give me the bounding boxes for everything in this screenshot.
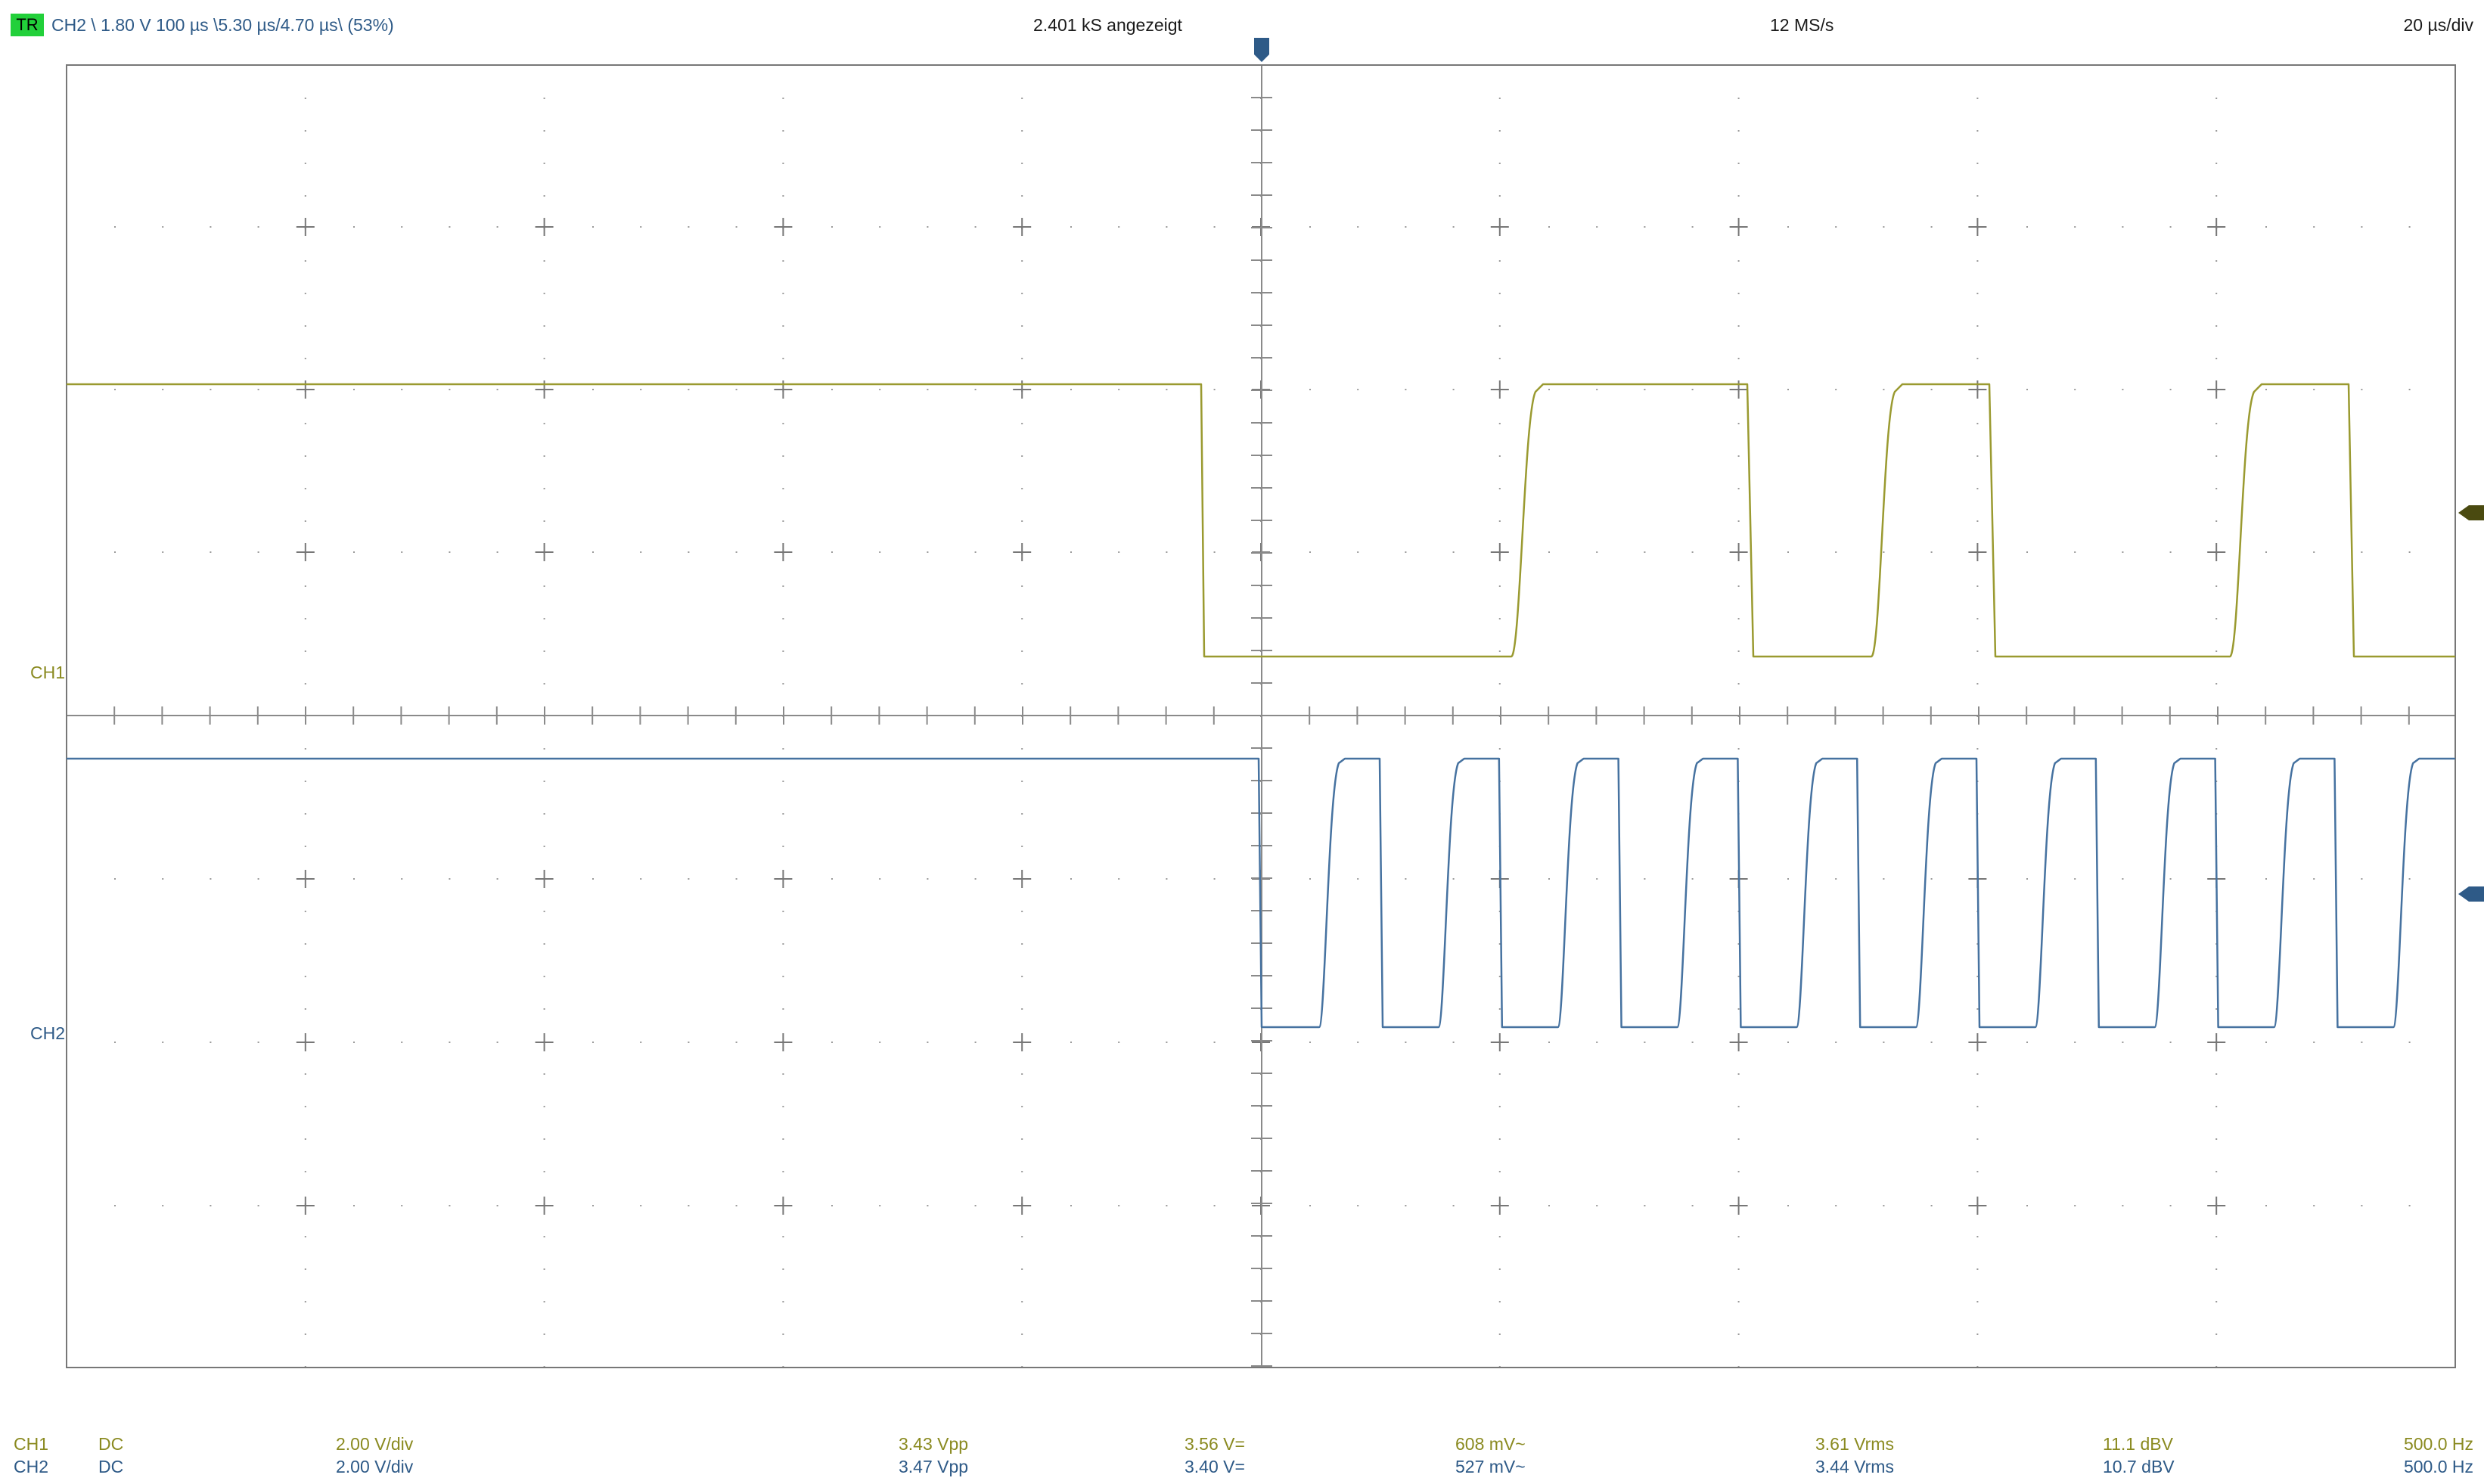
meas-ch1-scale: 2.00 V/div [336, 1434, 414, 1454]
meas-ch2-coupling: DC [98, 1457, 124, 1476]
meas-ch2-vdc: 3.40 V= [1185, 1457, 1245, 1476]
ch1-label: CH1 [30, 663, 66, 682]
ch2-level-marker-icon[interactable] [2458, 886, 2484, 902]
meas-ch1-vpp: 3.43 Vpp [899, 1434, 969, 1454]
meas-ch2-dbv: 10.7 dBV [2103, 1457, 2175, 1476]
trigger-info: CH2 \ 1.80 V 100 µs \5.30 µs/4.70 µs\ (5… [51, 15, 394, 35]
timebase: 20 µs/div [2403, 15, 2473, 35]
meas-ch2-scale: 2.00 V/div [336, 1457, 414, 1476]
meas-ch2-vrms: 3.44 Vrms [1815, 1457, 1894, 1476]
samples-shown: 2.401 kS angezeigt [1033, 15, 1182, 35]
meas-ch2-freq: 500.0 Hz [2403, 1457, 2473, 1476]
meas-ch1-dbv: 11.1 dBV [2103, 1434, 2173, 1454]
trigger-status-badge: TR [11, 14, 44, 36]
meas-ch1-channel: CH1 [14, 1434, 49, 1454]
ch1-level-marker-icon[interactable] [2458, 505, 2484, 520]
meas-ch1-coupling: DC [98, 1434, 124, 1454]
sample-rate: 12 MS/s [1770, 15, 1834, 35]
meas-ch2-vpp: 3.47 Vpp [899, 1457, 969, 1476]
meas-ch1-vrms: 3.61 Vrms [1815, 1434, 1894, 1454]
meas-ch2-channel: CH2 [14, 1457, 49, 1476]
meas-ch1-vac: 608 mV~ [1455, 1434, 1526, 1454]
oscilloscope-display [66, 38, 2484, 1368]
meas-ch2-vac: 527 mV~ [1455, 1457, 1526, 1476]
ch2-label: CH2 [30, 1023, 66, 1043]
trigger-position-marker-icon[interactable] [1254, 38, 1269, 62]
meas-ch1-vdc: 3.56 V= [1185, 1434, 1245, 1454]
meas-ch1-freq: 500.0 Hz [2403, 1434, 2473, 1454]
